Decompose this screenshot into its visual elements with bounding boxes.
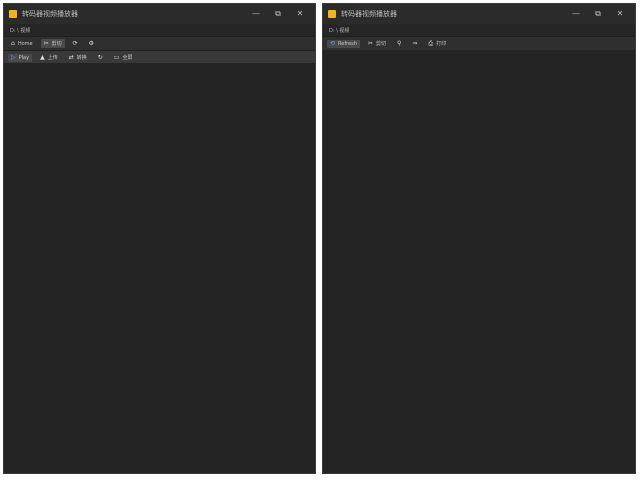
player-window-left: 转码器视频播放器 — ⧉ ✕ D: \ 视频 ⌂ Home ✂ 剪切 ⟳ ⚙ ▷…: [3, 3, 316, 474]
convert-label: 转换: [76, 55, 87, 61]
cut-button[interactable]: ✂ 剪切: [365, 39, 389, 48]
title-bar[interactable]: 转码器视频播放器 — ⧉ ✕: [4, 4, 315, 24]
upload-label: 上传: [47, 55, 58, 61]
play-button[interactable]: ▷ Play: [8, 53, 33, 62]
close-icon[interactable]: ✕: [289, 4, 311, 24]
app-folder-icon: [328, 10, 336, 18]
path-text: D: \ 视频: [10, 27, 31, 34]
path-text: D: \ 视频: [329, 27, 350, 34]
app-folder-icon: [9, 10, 17, 18]
content-area[interactable]: [4, 63, 315, 473]
play-icon: ▷: [11, 53, 16, 61]
print-icon: ⎙: [428, 39, 434, 47]
convert-button[interactable]: ⇄ 转换: [66, 53, 90, 62]
refresh-button[interactable]: ⟲ Refresh: [327, 39, 360, 48]
rotate-button[interactable]: ⟳: [70, 40, 81, 48]
refresh-icon: ⟲: [330, 39, 336, 47]
path-breadcrumb[interactable]: D: \ 视频: [4, 24, 315, 36]
convert-icon: ⇄: [68, 53, 74, 61]
upload-button[interactable]: ▲ 上传: [37, 53, 61, 62]
home-button[interactable]: ⌂ Home: [8, 40, 36, 48]
reload-button[interactable]: ↻: [95, 54, 106, 62]
title-bar[interactable]: 转码器视频播放器 — ⧉ ✕: [323, 4, 635, 24]
cut-label: 剪切: [51, 41, 62, 47]
print-label: 打印: [436, 41, 447, 47]
share-icon: ⇒: [412, 39, 418, 47]
window-title: 转码器视频播放器: [22, 10, 78, 18]
scissors-icon: ✂: [43, 39, 49, 47]
toolbar-primary: ⟲ Refresh ✂ 剪切 ⚲ ⇒ ⎙ 打印: [323, 36, 635, 50]
print-button[interactable]: ⎙ 打印: [425, 39, 449, 48]
toolbar-secondary: ▷ Play ▲ 上传 ⇄ 转换 ↻ ▭ 全屏: [4, 50, 315, 64]
content-area[interactable]: [323, 50, 635, 473]
toolbar-primary: ⌂ Home ✂ 剪切 ⟳ ⚙: [4, 36, 315, 50]
window-controls: — ⧉ ✕: [245, 4, 311, 24]
share-button[interactable]: ⇒: [409, 40, 420, 48]
refresh-label: Refresh: [338, 40, 357, 47]
fullscreen-label: 全屏: [122, 55, 133, 61]
path-breadcrumb[interactable]: D: \ 视频: [323, 24, 635, 36]
fullscreen-button[interactable]: ▭ 全屏: [111, 53, 136, 62]
search-icon: ⚲: [396, 39, 402, 47]
scissors-icon: ✂: [367, 39, 373, 47]
search-button[interactable]: ⚲: [394, 40, 404, 48]
minimize-icon[interactable]: —: [565, 4, 587, 24]
fullscreen-icon: ▭: [113, 53, 120, 61]
player-window-right: 转码器视频播放器 — ⧉ ✕ D: \ 视频 ⟲ Refresh ✂ 剪切 ⚲ …: [322, 3, 636, 474]
minimize-icon[interactable]: —: [245, 4, 267, 24]
settings-button[interactable]: ⚙: [86, 40, 97, 48]
home-label: Home: [17, 40, 33, 47]
window-title: 转码器视频播放器: [341, 10, 397, 18]
upload-icon: ▲: [40, 53, 45, 61]
gear-icon: ⚙: [88, 39, 95, 47]
home-icon: ⌂: [11, 39, 15, 47]
close-icon[interactable]: ✕: [609, 4, 631, 24]
rotate-icon: ⟳: [72, 39, 78, 47]
restore-icon[interactable]: ⧉: [267, 4, 289, 24]
cut-label: 剪切: [375, 41, 386, 47]
play-label: Play: [18, 54, 30, 61]
reload-icon: ↻: [97, 53, 103, 61]
window-controls: — ⧉ ✕: [565, 4, 631, 24]
restore-icon[interactable]: ⧉: [587, 4, 609, 24]
cut-button[interactable]: ✂ 剪切: [40, 39, 65, 48]
